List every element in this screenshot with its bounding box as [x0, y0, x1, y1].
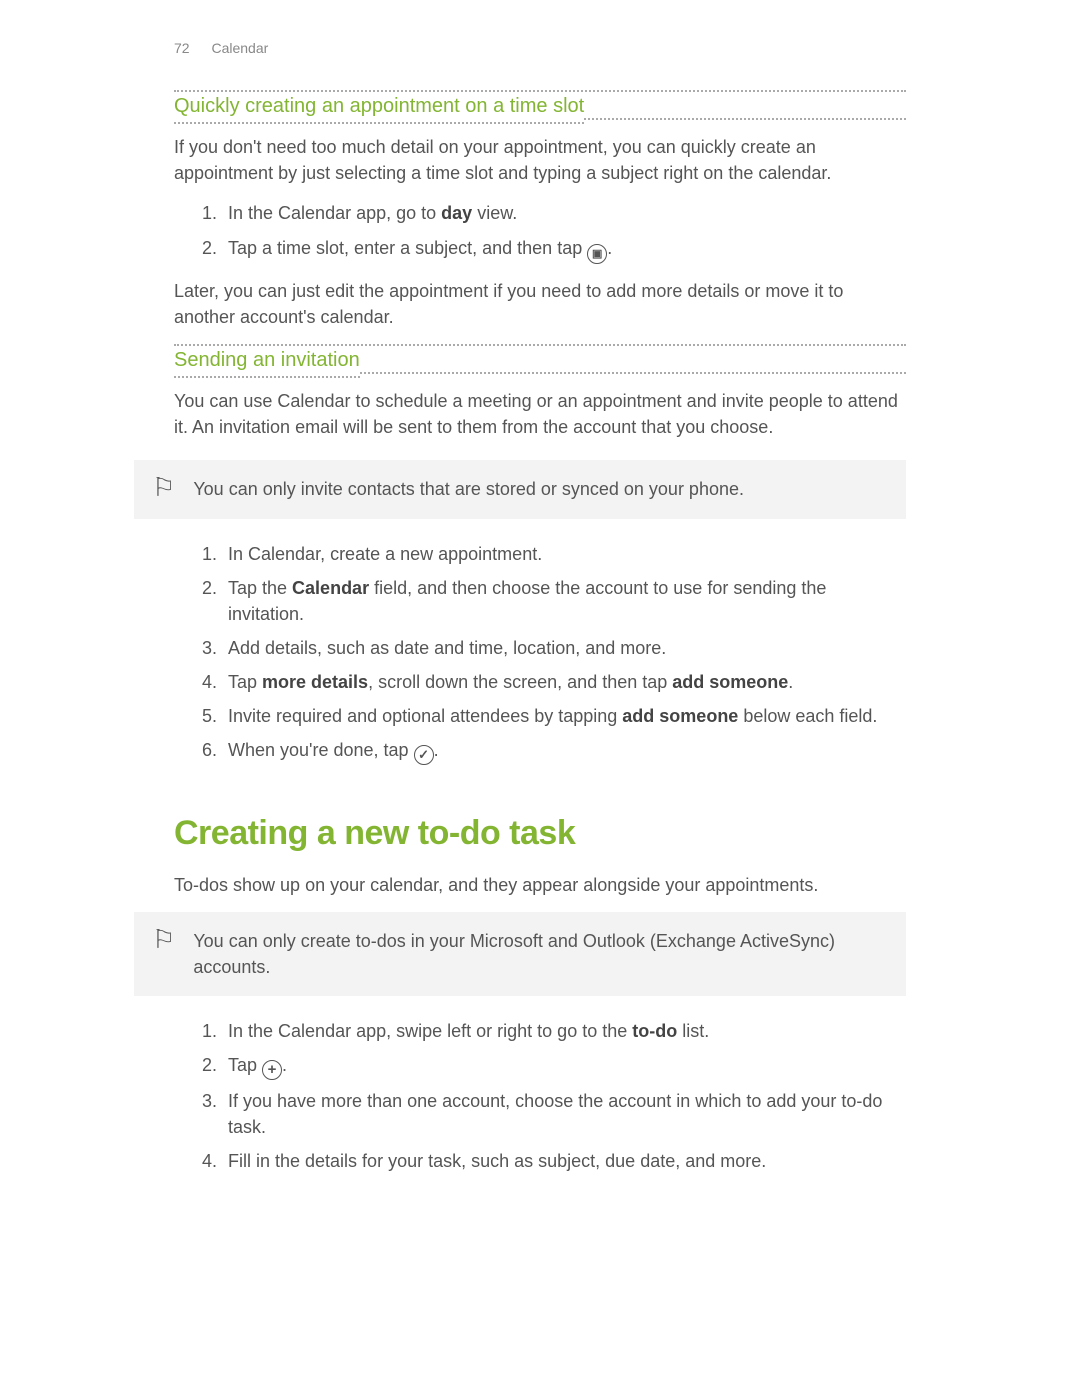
list-item: Tap a time slot, enter a subject, and th… — [222, 235, 906, 265]
note-text: You can only create to-dos in your Micro… — [193, 928, 894, 980]
ordered-list: In the Calendar app, go to day view. Tap… — [174, 200, 906, 264]
list-item: In Calendar, create a new appointment. — [222, 541, 906, 567]
body-text: To-dos show up on your calendar, and the… — [174, 872, 906, 898]
list-item: If you have more than one account, choos… — [222, 1088, 906, 1140]
check-icon — [414, 745, 434, 765]
subsection-header: Sending an invitation — [174, 346, 906, 378]
subsection-title: Sending an invitation — [174, 346, 360, 378]
subsection-title: Quickly creating an appointment on a tim… — [174, 92, 584, 124]
list-item: Tap the Calendar field, and then choose … — [222, 575, 906, 627]
ordered-list: In Calendar, create a new appointment. T… — [174, 541, 906, 765]
plus-icon — [262, 1060, 282, 1080]
save-icon — [587, 244, 607, 264]
body-text: If you don't need too much detail on you… — [174, 134, 906, 186]
list-item: When you're done, tap . — [222, 737, 906, 765]
flag-icon: ⚐ — [152, 474, 175, 500]
body-text: You can use Calendar to schedule a meeti… — [174, 388, 906, 440]
list-item: Tap . — [222, 1052, 906, 1080]
page-number: 72 — [174, 40, 190, 56]
section-title: Creating a new to-do task — [174, 809, 906, 858]
note-callout: ⚐ You can only invite contacts that are … — [134, 460, 906, 518]
list-item: Fill in the details for your task, such … — [222, 1148, 906, 1174]
list-item: In the Calendar app, swipe left or right… — [222, 1018, 906, 1044]
subsection-header: Quickly creating an appointment on a tim… — [174, 92, 906, 124]
note-callout: ⚐ You can only create to-dos in your Mic… — [134, 912, 906, 996]
list-item: Invite required and optional attendees b… — [222, 703, 906, 729]
flag-icon: ⚐ — [152, 926, 175, 952]
running-header: 72 Calendar — [174, 38, 906, 58]
list-item: In the Calendar app, go to day view. — [222, 200, 906, 226]
chapter-name: Calendar — [211, 40, 268, 56]
ordered-list: In the Calendar app, swipe left or right… — [174, 1018, 906, 1174]
list-item: Add details, such as date and time, loca… — [222, 635, 906, 661]
note-text: You can only invite contacts that are st… — [193, 476, 894, 502]
list-item: Tap more details, scroll down the screen… — [222, 669, 906, 695]
body-text: Later, you can just edit the appointment… — [174, 278, 906, 330]
page: 72 Calendar Quickly creating an appointm… — [0, 0, 1080, 1397]
